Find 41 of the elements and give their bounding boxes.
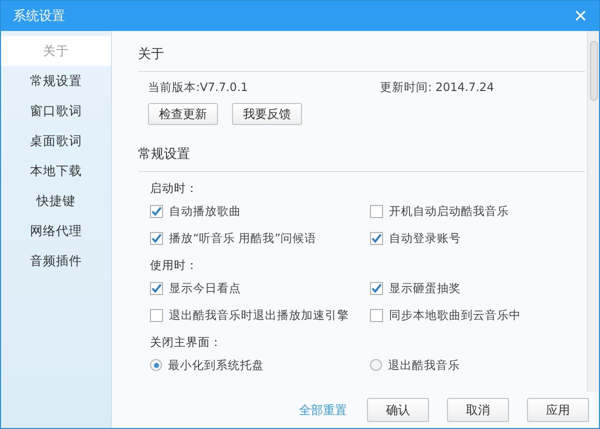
- option-label: 显示砸蛋抽奖: [389, 280, 461, 296]
- option-label: 退出酷我音乐时退出播放加速引擎: [169, 308, 349, 322]
- option-label: 显示今日看点: [169, 280, 241, 296]
- checkbox[interactable]: [370, 204, 383, 218]
- checkbox[interactable]: [150, 308, 163, 322]
- option-label: 退出酷我音乐: [388, 358, 460, 372]
- section-title: 常规设置: [138, 139, 585, 172]
- sidebar-item[interactable]: 音频插件: [1, 246, 111, 276]
- checkbox[interactable]: [370, 232, 383, 244]
- footer-button[interactable]: 取消: [447, 398, 509, 422]
- sidebar-item[interactable]: 桌面歌词: [1, 126, 111, 156]
- option-label: 同步本地歌曲到云音乐中: [389, 308, 521, 322]
- window-title: 系统设置: [13, 8, 65, 25]
- sidebar-item[interactable]: 快捷键: [1, 186, 111, 216]
- option-label: 最小化到系统托盘: [168, 358, 264, 372]
- update-time-text: 更新时间: 2014.7.24: [380, 80, 494, 95]
- radio-button[interactable]: [370, 359, 382, 371]
- footer-button[interactable]: 确认: [367, 398, 429, 422]
- version-text: 当前版本:V7.7.0.1: [148, 80, 249, 95]
- radio-button[interactable]: [150, 359, 162, 371]
- group-label: 启动时：: [149, 180, 199, 197]
- option-label: 播放“听音乐 用酷我”问候语: [169, 230, 317, 246]
- scrollbar[interactable]: [587, 31, 599, 392]
- checkbox[interactable]: [370, 308, 383, 322]
- sidebar-item[interactable]: 本地下载: [1, 156, 111, 186]
- about-button[interactable]: 我要反馈: [232, 103, 302, 125]
- about-button[interactable]: 检查更新: [148, 103, 218, 125]
- option-label: 自动登录账号: [389, 230, 461, 246]
- checkbox[interactable]: [150, 232, 163, 244]
- footer-button[interactable]: 应用: [527, 398, 589, 422]
- sidebar-item[interactable]: 窗口歌词: [1, 96, 111, 126]
- checkbox[interactable]: [150, 282, 163, 294]
- section-title: 关于: [138, 39, 585, 72]
- group-label: 关闭主界面：: [149, 334, 223, 351]
- sidebar-item[interactable]: 常规设置: [1, 66, 111, 96]
- sidebar-item[interactable]: 网络代理: [1, 216, 111, 246]
- group-label: 使用时：: [149, 257, 199, 274]
- option-label: 自动播放歌曲: [169, 204, 241, 218]
- option-label: 开机自动启动酷我音乐: [389, 204, 509, 218]
- checkbox[interactable]: [370, 282, 383, 294]
- checkbox[interactable]: [150, 204, 163, 218]
